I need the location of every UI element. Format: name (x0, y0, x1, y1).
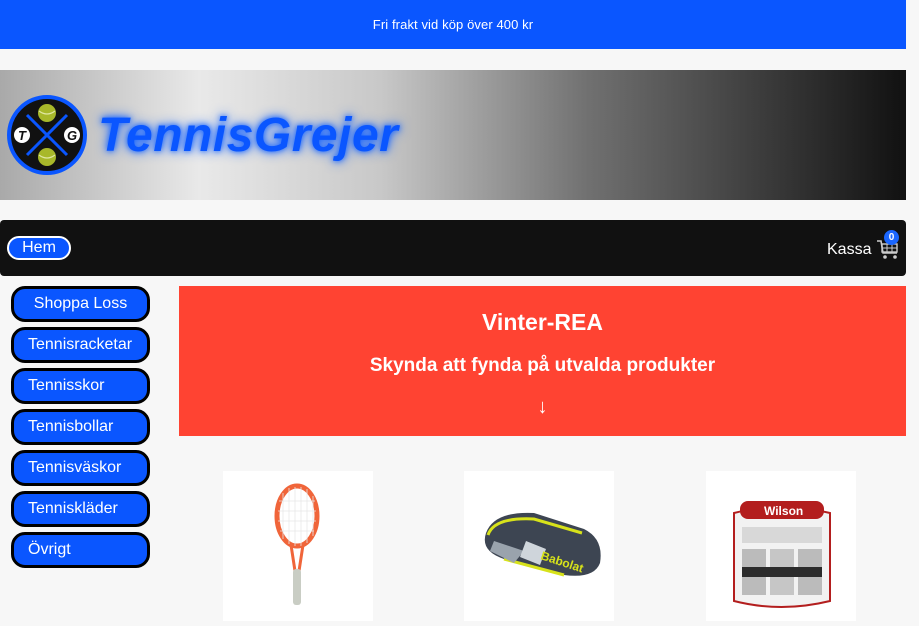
grip-brand-text: Wilson (764, 504, 803, 518)
sidebar-item-tennisvaskor[interactable]: Tennisväskor (11, 450, 150, 486)
cart-count-badge: 0 (884, 230, 899, 245)
free-shipping-bar: Fri frakt vid köp över 400 kr (0, 0, 906, 49)
product-card-racket[interactable] (223, 471, 373, 621)
category-sidebar: Shoppa Loss Tennisracketar Tennisskor Te… (11, 286, 151, 573)
tennisgrejer-logo-icon: T G (7, 95, 87, 175)
product-card-bag[interactable]: Babolat (464, 471, 614, 621)
tennis-bag-image: Babolat (484, 512, 601, 577)
overgrip-package-image: Wilson (733, 501, 831, 608)
free-shipping-text: Fri frakt vid köp över 400 kr (372, 17, 534, 32)
sidebar-item-tennisracketar[interactable]: Tennisracketar (11, 327, 150, 363)
promo-subtitle: Skynda att fynda på utvalda produkter (369, 355, 716, 376)
checkout-link[interactable]: Kassa (827, 241, 871, 259)
sidebar-item-tenniskladder[interactable]: Tenniskläder (11, 491, 150, 527)
promo-title: Vinter-REA (482, 309, 603, 335)
winter-sale-banner: Vinter-REA Skynda att fynda på utvalda p… (179, 286, 906, 436)
home-button[interactable]: Hem (7, 236, 71, 260)
header-banner: T G TennisGrejer (0, 70, 906, 200)
main-navbar: Hem Kassa 0 (0, 220, 906, 276)
sidebar-item-shoppa-loss[interactable]: Shoppa Loss (11, 286, 150, 322)
product-card-grip[interactable]: Wilson (706, 471, 856, 621)
sidebar-item-tennisbollar[interactable]: Tennisbollar (11, 409, 150, 445)
logo-letter-g: G (67, 128, 77, 143)
brand-name[interactable]: TennisGrejer (98, 108, 398, 163)
sidebar-item-ovrigt[interactable]: Övrigt (11, 532, 150, 568)
down-arrow-icon: ↓ (537, 396, 548, 418)
tennis-racket-image (274, 483, 320, 605)
sidebar-item-tennisskor[interactable]: Tennisskor (11, 368, 150, 404)
logo-letter-t: T (18, 128, 27, 143)
